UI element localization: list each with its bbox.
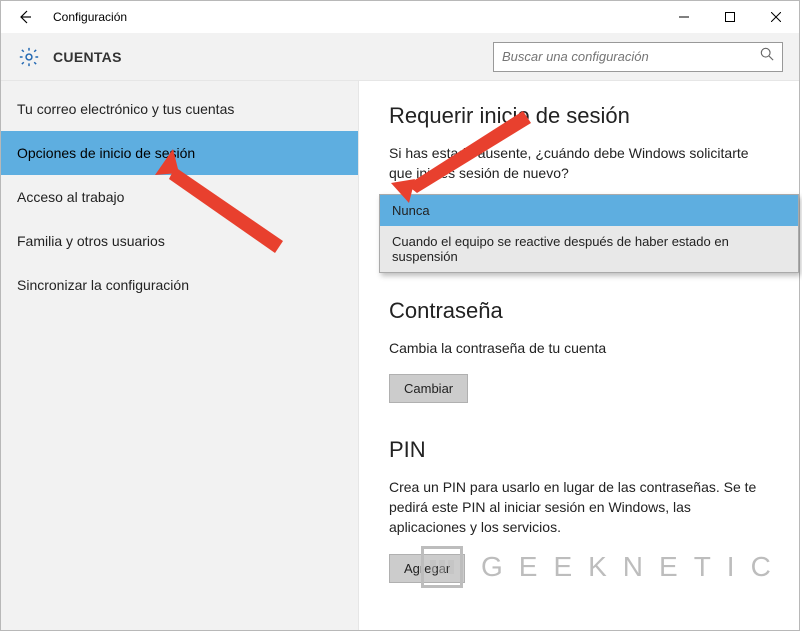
sidebar-item-family-users[interactable]: Familia y otros usuarios <box>1 219 358 263</box>
gear-icon <box>17 45 41 69</box>
search-box[interactable] <box>493 42 783 72</box>
window-title: Configuración <box>53 10 127 24</box>
watermark-text: GEEKNETIC <box>481 551 787 583</box>
sidebar-item-work-access[interactable]: Acceso al trabajo <box>1 175 358 219</box>
maximize-icon <box>725 12 735 22</box>
search-icon <box>760 47 774 66</box>
password-title: Contraseña <box>389 298 769 324</box>
require-signin-desc: Si has estado ausente, ¿cuándo debe Wind… <box>389 143 769 184</box>
password-desc: Cambia la contraseña de tu cuenta <box>389 338 769 358</box>
sidebar-item-signin-options[interactable]: Opciones de inicio de sesión <box>1 131 358 175</box>
window-controls <box>661 1 799 33</box>
sidebar-item-sync-settings[interactable]: Sincronizar la configuración <box>1 263 358 307</box>
pin-desc: Crea un PIN para usarlo en lugar de las … <box>389 477 769 538</box>
sidebar-item-email-accounts[interactable]: Tu correo electrónico y tus cuentas <box>1 87 358 131</box>
require-signin-title: Requerir inicio de sesión <box>389 103 769 129</box>
header-title: CUENTAS <box>53 49 122 65</box>
settings-window: Configuración CUENTAS <box>0 0 800 631</box>
maximize-button[interactable] <box>707 1 753 33</box>
close-icon <box>771 12 781 22</box>
require-signin-dropdown[interactable]: Nunca Cuando el equipo se reactive despu… <box>379 194 799 273</box>
watermark-logo-icon <box>421 546 463 588</box>
change-password-button[interactable]: Cambiar <box>389 374 468 403</box>
minimize-icon <box>679 12 689 22</box>
page-header: CUENTAS <box>1 33 799 81</box>
close-button[interactable] <box>753 1 799 33</box>
pin-title: PIN <box>389 437 769 463</box>
watermark: GEEKNETIC <box>421 546 787 588</box>
back-button[interactable] <box>1 1 49 33</box>
titlebar: Configuración <box>1 1 799 33</box>
back-arrow-icon <box>17 9 33 25</box>
minimize-button[interactable] <box>661 1 707 33</box>
section-password: Contraseña Cambia la contraseña de tu cu… <box>389 298 769 403</box>
sidebar: Tu correo electrónico y tus cuentas Opci… <box>1 81 359 630</box>
dropdown-option-never[interactable]: Nunca <box>380 195 798 226</box>
dropdown-option-on-wake[interactable]: Cuando el equipo se reactive después de … <box>380 226 798 272</box>
search-input[interactable] <box>502 49 760 64</box>
